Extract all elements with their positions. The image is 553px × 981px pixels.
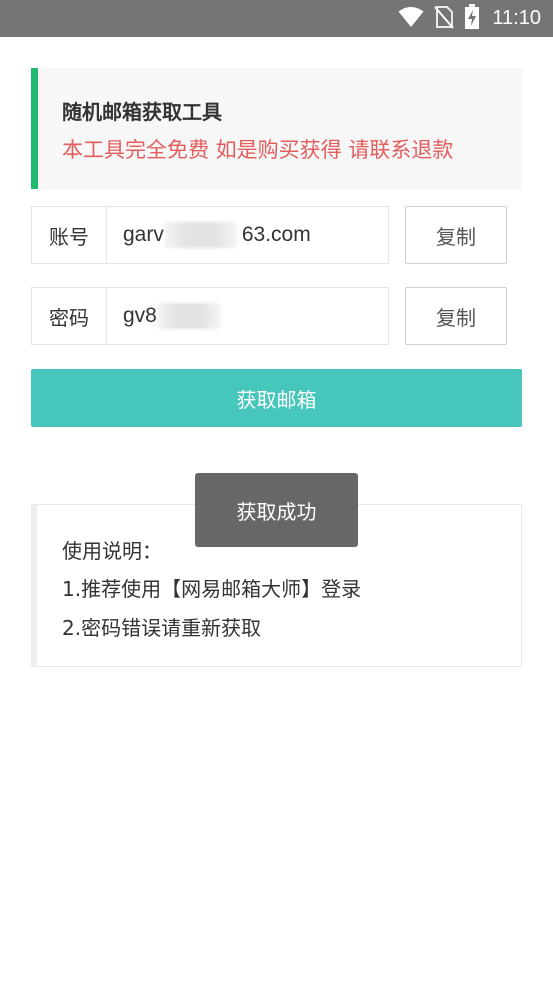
account-row: 账号 garv 63.com 复制 — [31, 206, 522, 264]
instructions-heading: 使用说明： — [62, 539, 162, 563]
copy-account-button[interactable]: 复制 — [405, 206, 507, 264]
password-redaction-blur — [156, 303, 221, 329]
status-bar: 11:10 — [0, 0, 553, 37]
notice-title: 随机邮箱获取工具 — [62, 100, 222, 124]
copy-password-button[interactable]: 复制 — [405, 287, 507, 345]
password-label: 密码 — [31, 287, 107, 345]
account-value-end: 63.com — [241, 223, 311, 246]
success-toast: 获取成功 — [195, 473, 358, 547]
account-field[interactable]: garv 63.com — [107, 206, 389, 264]
battery-charging-icon — [464, 3, 480, 34]
wifi-icon — [398, 6, 424, 32]
status-icons: 11:10 — [398, 0, 541, 37]
instruction-item: 2.密码错误请重新获取 — [62, 616, 262, 640]
instruction-item: 1.推荐使用【网易邮箱大师】登录 — [62, 577, 362, 601]
status-time: 11:10 — [492, 7, 541, 29]
password-field[interactable]: gv8 — [107, 287, 389, 345]
account-value-start: garv — [123, 223, 164, 246]
notice-card: 随机邮箱获取工具 本工具完全免费 如是购买获得 请联系退款 — [31, 68, 522, 189]
password-value-start: gv8 — [123, 304, 157, 327]
get-email-button[interactable]: 获取邮箱 — [31, 369, 522, 427]
password-row: 密码 gv8 复制 — [31, 287, 522, 345]
account-label: 账号 — [31, 206, 107, 264]
notice-warning: 本工具完全免费 如是购买获得 请联系退款 — [62, 138, 454, 162]
account-redaction-blur — [163, 222, 238, 248]
no-sim-icon — [434, 5, 455, 33]
